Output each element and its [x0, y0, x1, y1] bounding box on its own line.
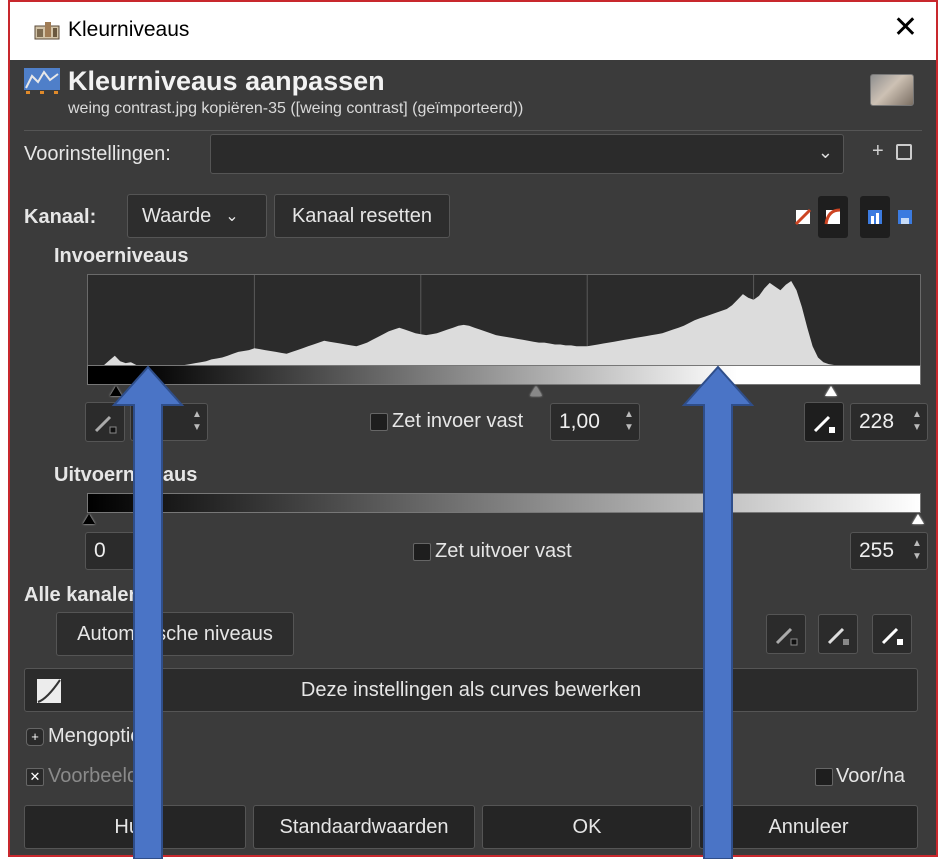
linear-histogram-toggle[interactable] [788, 196, 818, 238]
header-separator [24, 130, 922, 131]
histogram-scale-icon [898, 210, 912, 224]
before-after-label: Voor/na [836, 765, 905, 787]
histogram-view-toggle[interactable] [860, 196, 890, 238]
histogram-area [88, 281, 920, 365]
input-white-spin[interactable]: 228 ▲ ▼ [850, 403, 928, 441]
add-preset-icon[interactable]: + [872, 140, 884, 163]
histogram [87, 274, 921, 366]
output-gradient[interactable] [87, 493, 921, 513]
edit-as-curves-label: Deze instellingen als curves bewerken [300, 678, 642, 701]
spin-arrows-icon[interactable]: ▲ ▼ [911, 537, 923, 565]
close-icon[interactable]: ✕ [893, 10, 918, 45]
lock-output-label: Zet uitvoer vast [435, 540, 572, 562]
output-high-value: 255 [859, 539, 895, 562]
histogram-view-icon [868, 210, 882, 224]
chevron-down-icon: ⌄ [225, 208, 239, 225]
white-point-picker[interactable] [804, 402, 844, 442]
channel-value: Waarde [142, 204, 212, 227]
white-eyedropper-icon [881, 627, 903, 645]
spin-arrows-icon[interactable]: ▲ ▼ [911, 408, 923, 436]
preset-menu-icon[interactable] [896, 144, 912, 160]
ok-button[interactable]: OK [482, 805, 692, 849]
curves-icon [37, 679, 61, 703]
gamma-value: 1,00 [559, 410, 600, 433]
annotation-arrow-left [111, 365, 185, 859]
linear-histogram-icon [794, 208, 812, 226]
before-after-checkbox[interactable] [815, 768, 833, 786]
reset-channel-button[interactable]: Kanaal resetten [274, 194, 450, 238]
output-black-slider[interactable] [83, 514, 95, 524]
lock-input-label: Zet invoer vast [392, 410, 524, 432]
channel-select[interactable]: Waarde ⌄ [127, 194, 267, 238]
lock-output-checkbox[interactable] [413, 543, 431, 561]
output-white-slider[interactable] [912, 514, 924, 524]
all-black-picker[interactable] [766, 614, 806, 654]
histogram-scale-toggle[interactable] [890, 196, 920, 238]
dialog-subtitle: weing contrast.jpg kopiëren-35 ([weing c… [68, 100, 524, 117]
all-gray-picker[interactable] [818, 614, 858, 654]
input-white-value: 228 [859, 410, 895, 433]
output-high-spin[interactable]: 255 ▲ ▼ [850, 532, 928, 570]
app-icon [34, 22, 60, 40]
output-low-value: 0 [94, 539, 106, 562]
log-histogram-toggle[interactable] [818, 196, 848, 238]
annotation-arrow-right [681, 365, 755, 859]
spin-arrows-icon[interactable]: ▲ ▼ [191, 408, 203, 436]
input-gradient[interactable] [87, 365, 921, 385]
gray-eyedropper-icon [827, 627, 849, 645]
input-gamma-slider[interactable] [530, 386, 543, 396]
spin-arrows-icon[interactable]: ▲ ▼ [623, 408, 635, 436]
histogram-plot [88, 275, 920, 365]
blend-options-expander[interactable]: + [26, 728, 44, 746]
image-thumbnail [870, 74, 914, 106]
preview-checkbox[interactable]: ✕ [26, 768, 44, 786]
presets-label: Voorinstellingen: [24, 143, 171, 165]
gamma-spin[interactable]: 1,00 ▲ ▼ [550, 403, 640, 441]
input-levels-heading: Invoerniveaus [54, 245, 189, 267]
white-eyedropper-icon [813, 415, 835, 433]
chevron-down-icon: ⌄ [817, 142, 833, 162]
levels-icon [24, 68, 60, 94]
input-white-slider[interactable] [824, 386, 837, 396]
window-title: Kleurniveaus [68, 18, 190, 41]
all-white-picker[interactable] [872, 614, 912, 654]
presets-combo[interactable]: ⌄ [210, 134, 844, 174]
window-titlebar: Kleurniveaus ✕ [10, 2, 936, 60]
lock-input-checkbox[interactable] [370, 413, 388, 431]
screenshot-frame: Kleurniveaus ✕ Kleurniveaus aanpassen we… [8, 0, 938, 859]
defaults-button[interactable]: Standaardwaarden [253, 805, 475, 849]
black-eyedropper-icon [775, 627, 798, 646]
channel-label: Kanaal: [24, 206, 97, 228]
log-histogram-icon [824, 208, 841, 225]
dialog-title: Kleurniveaus aanpassen [68, 66, 385, 96]
